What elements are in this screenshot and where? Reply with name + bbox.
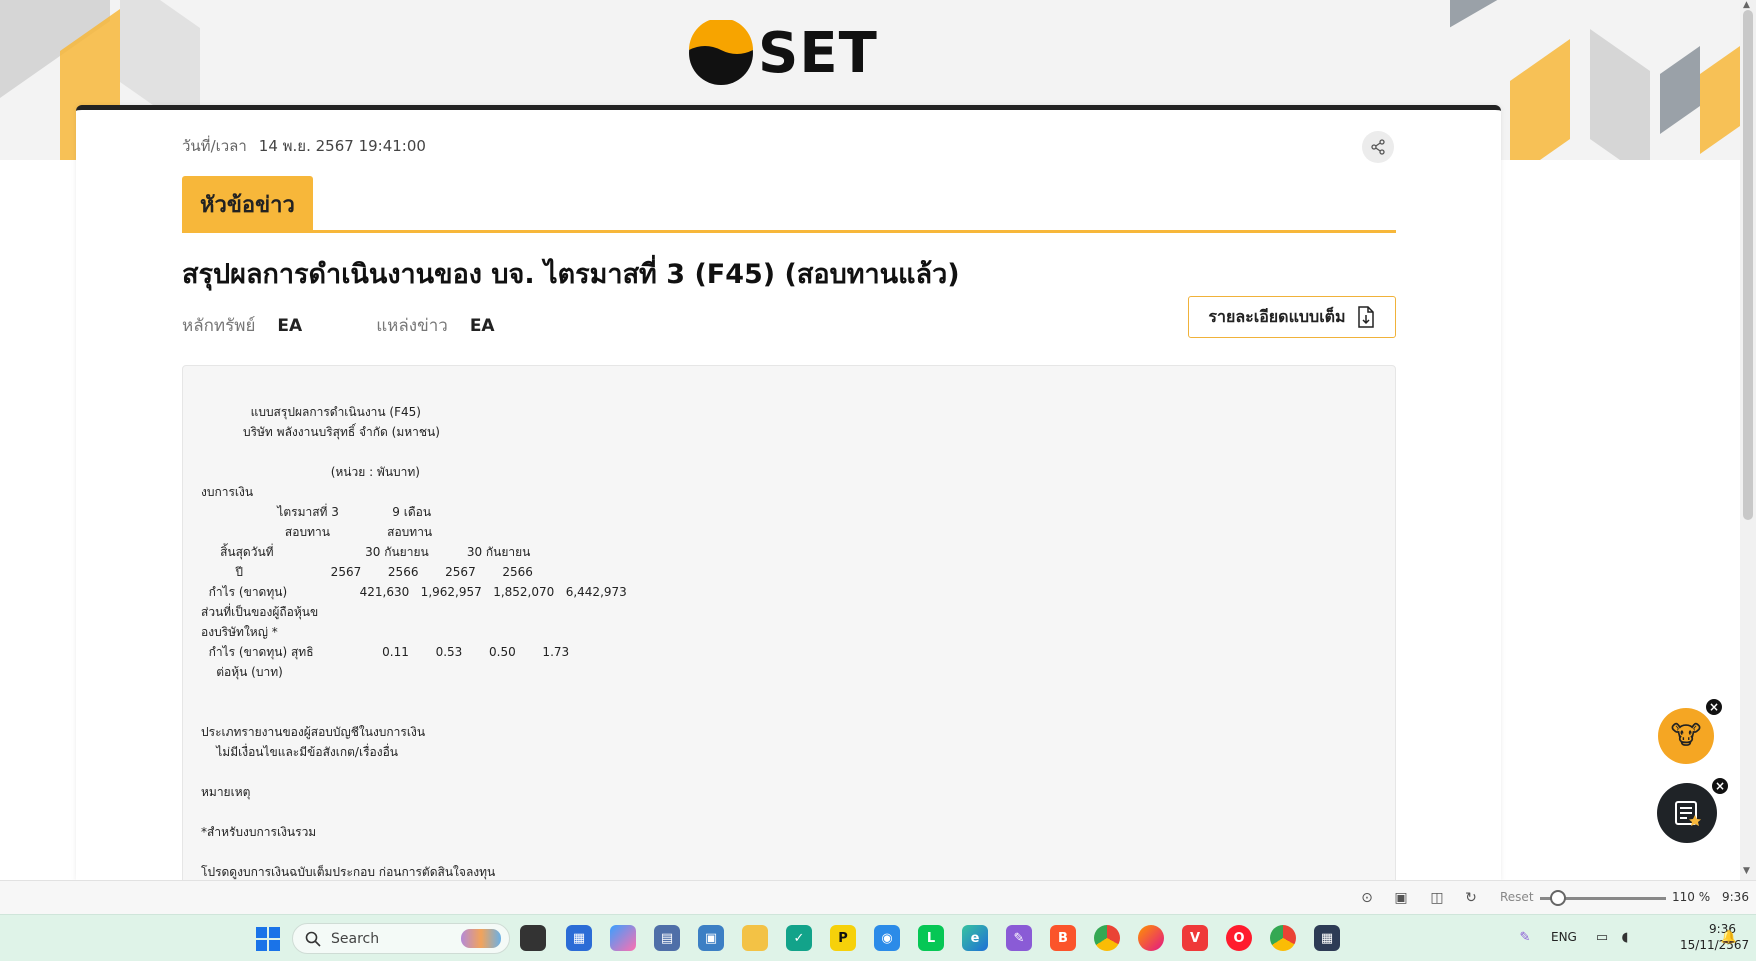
source-value: EA: [469, 315, 495, 336]
datetime: วันที่/เวลา 14 พ.ย. 2567 19:41:00: [182, 134, 426, 158]
split-view-icon[interactable]: ◫: [1428, 889, 1446, 907]
news-body-text: แบบสรุปผลการดำเนินงาน (F45) บริษัท พลังง…: [201, 405, 627, 879]
status-clock: 9:36: [1722, 890, 1749, 904]
calculator-icon[interactable]: ▤: [654, 925, 680, 951]
windows-start-icon[interactable]: [256, 927, 280, 951]
browser-status-bar: ⊙ ▣ ◫ ↻ Reset 110 % 9:36: [0, 880, 1756, 914]
notification-bell-icon[interactable]: 🔔: [1720, 928, 1738, 946]
mascot-chat-button[interactable]: 🐮: [1658, 708, 1714, 764]
file-explorer-icon[interactable]: [742, 925, 768, 951]
decor-shape: [1590, 28, 1650, 160]
close-mascot-button[interactable]: ×: [1704, 697, 1724, 717]
task-view-icon[interactable]: [520, 925, 546, 951]
volume-icon[interactable]: ◖: [1616, 928, 1634, 946]
cow-mascot-icon: 🐮: [1670, 721, 1702, 751]
sync-icon[interactable]: ↻: [1462, 889, 1480, 907]
decor-shape: [1700, 45, 1740, 155]
scroll-up-icon[interactable]: ▲: [1743, 0, 1750, 10]
taskbar: Search ▦ ▤ ▣ ✓ P ◉ L e ✎ B V O ▦ ✎ ENG ▭…: [0, 914, 1756, 961]
divider: [182, 230, 1396, 233]
search-icon: [305, 931, 321, 947]
zoom-reset-button[interactable]: Reset: [1500, 890, 1534, 904]
feather-app-icon[interactable]: ✎: [1006, 925, 1032, 951]
set-logo[interactable]: SET: [688, 20, 878, 86]
app-blue-icon[interactable]: ◉: [874, 925, 900, 951]
tab-headline-label: หัวข้อข่าว: [200, 192, 295, 218]
logo-text: SET: [758, 20, 878, 86]
decor-shape: [1510, 38, 1570, 160]
search-placeholder: Search: [331, 930, 380, 947]
page-scrollbar[interactable]: ▲ ▼: [1740, 0, 1756, 880]
firefox-icon[interactable]: [1138, 925, 1164, 951]
news-meta: หลักทรัพย์ EA แหล่งข่าว EA: [182, 312, 569, 339]
datetime-label: วันที่/เวลา: [182, 137, 247, 155]
app-teal-icon[interactable]: ✓: [786, 925, 812, 951]
zoom-slider[interactable]: [1540, 890, 1666, 906]
list-star-icon: [1675, 801, 1701, 826]
opera-icon[interactable]: O: [1226, 925, 1252, 951]
close-watchlist-button[interactable]: ×: [1710, 776, 1730, 796]
share-icon: [1371, 139, 1385, 155]
news-card: วันที่/เวลา 14 พ.ย. 2567 19:41:00 หัวข้อ…: [76, 105, 1501, 895]
zoom-level: 110 %: [1672, 890, 1711, 904]
control-panel-icon[interactable]: ▣: [698, 925, 724, 951]
zoom-slider-knob[interactable]: [1550, 890, 1566, 906]
tab-headline[interactable]: หัวข้อข่าว: [182, 176, 313, 232]
decor-shape: [1660, 45, 1700, 135]
app-yellow-icon[interactable]: P: [830, 925, 856, 951]
security-value[interactable]: EA: [277, 316, 302, 336]
brave-icon[interactable]: B: [1050, 925, 1076, 951]
news-body: แบบสรุปผลการดำเนินงาน (F45) บริษัท พลังง…: [182, 365, 1396, 895]
language-indicator[interactable]: ENG: [1551, 930, 1577, 944]
app-window-icon[interactable]: ▦: [1314, 925, 1340, 951]
search-highlight-icon: [461, 929, 501, 948]
line-icon[interactable]: L: [918, 925, 944, 951]
network-icon[interactable]: ▭: [1593, 928, 1611, 946]
chrome-profile-icon[interactable]: [1270, 925, 1296, 951]
image-icon[interactable]: ▣: [1392, 889, 1410, 907]
full-detail-label: รายละเอียดแบบเต็ม: [1208, 306, 1346, 326]
share-button[interactable]: [1362, 131, 1394, 163]
copilot-icon[interactable]: [610, 925, 636, 951]
set-logo-icon: [689, 20, 753, 85]
edge-icon[interactable]: e: [962, 925, 988, 951]
security-label: หลักทรัพย์: [182, 316, 256, 336]
pen-icon[interactable]: ✎: [1516, 928, 1534, 946]
datetime-value: 14 พ.ย. 2567 19:41:00: [258, 137, 426, 155]
taskbar-search[interactable]: Search: [292, 923, 510, 954]
chrome-icon[interactable]: [1094, 925, 1120, 951]
full-detail-button[interactable]: รายละเอียดแบบเต็ม: [1188, 296, 1396, 338]
screenshot-icon[interactable]: ⊙: [1358, 889, 1376, 907]
scroll-down-icon[interactable]: ▼: [1743, 866, 1750, 876]
vivaldi-icon[interactable]: V: [1182, 925, 1208, 951]
download-file-icon: [1357, 306, 1374, 328]
scrollbar-thumb[interactable]: [1743, 10, 1753, 520]
decor-shape: [1450, 0, 1510, 28]
source-label: แหล่งข่าว: [376, 316, 448, 336]
store-icon[interactable]: ▦: [566, 925, 592, 951]
page-title: สรุปผลการดำเนินงานของ บจ. ไตรมาสที่ 3 (F…: [182, 259, 960, 290]
watchlist-button[interactable]: [1657, 783, 1717, 843]
